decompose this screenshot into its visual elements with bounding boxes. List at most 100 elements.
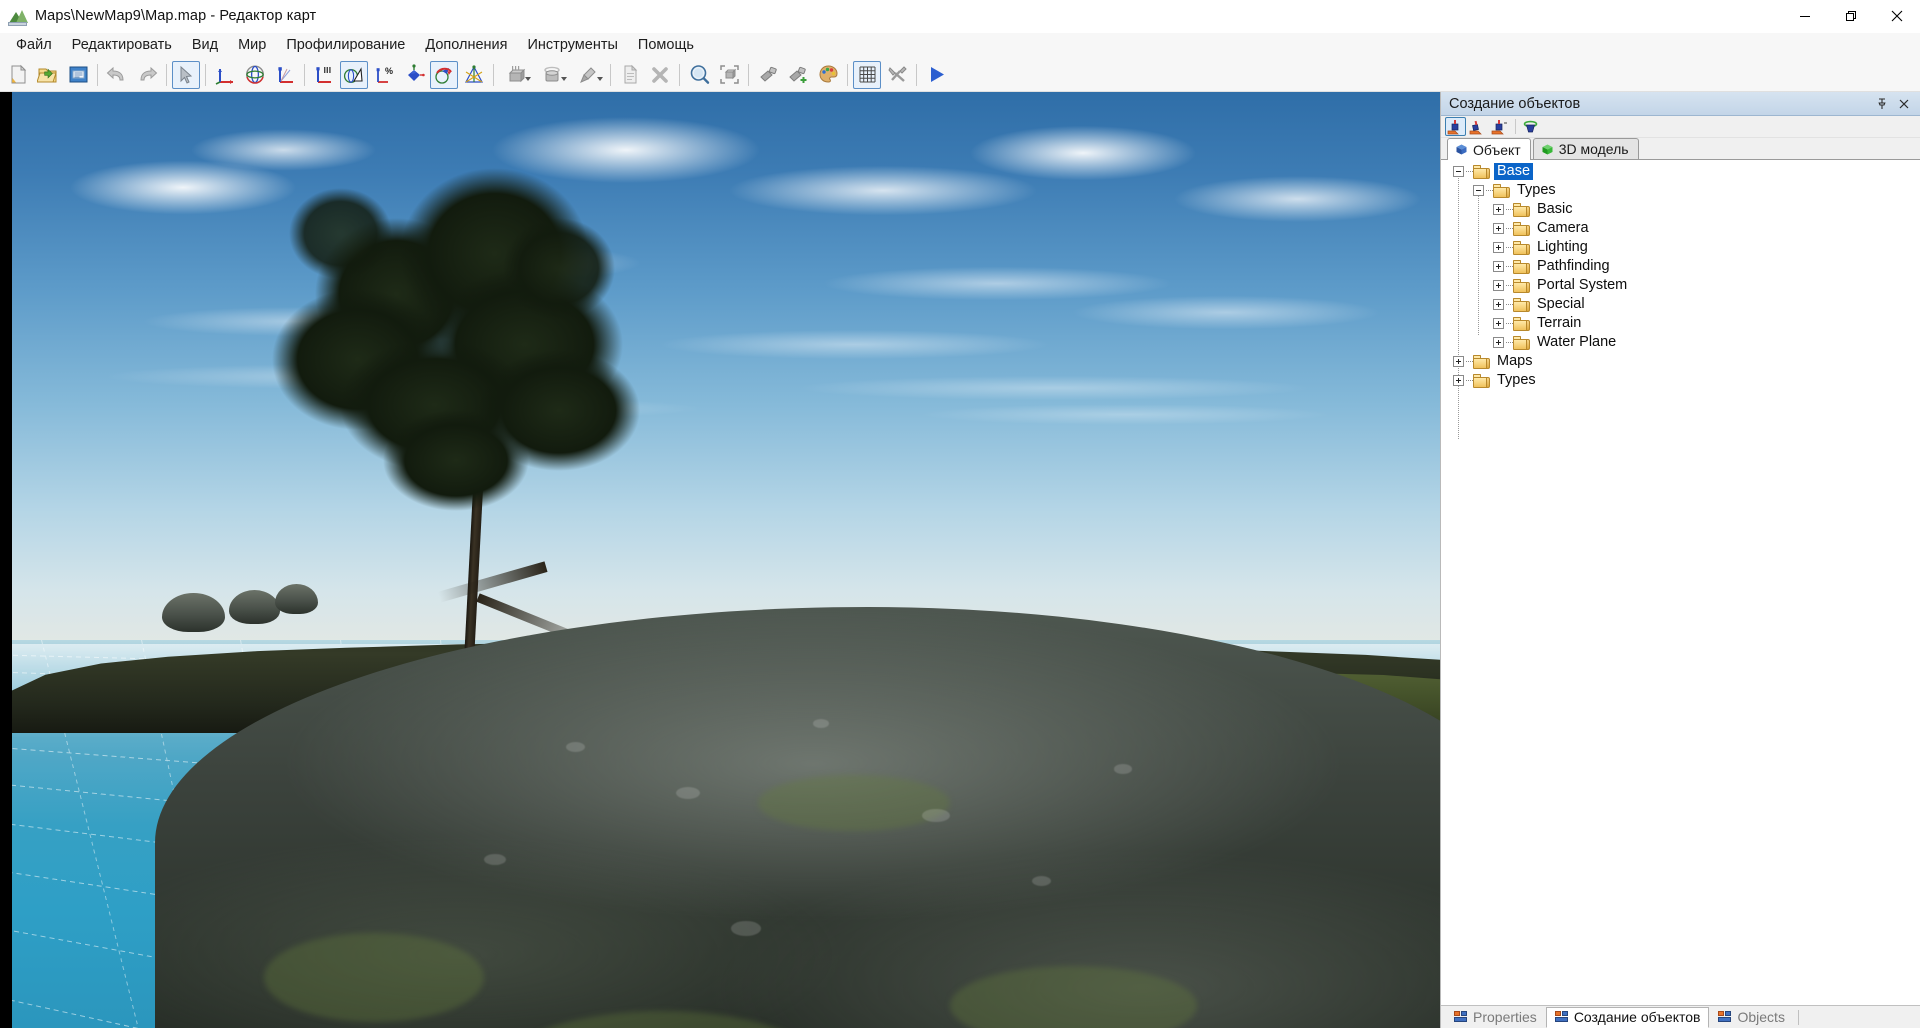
object-tree[interactable]: Base Types Basic Camera Lighting Pathfin… (1441, 160, 1920, 1005)
save-map-button[interactable] (64, 61, 92, 89)
scale-tool-button[interactable] (271, 61, 299, 89)
tree-label: Types (1497, 372, 1536, 388)
green-cube-icon (1542, 144, 1553, 154)
expand-toggle[interactable] (1493, 299, 1504, 310)
chevron-down-icon (597, 76, 603, 81)
bottom-tab-properties[interactable]: Properties (1445, 1007, 1546, 1028)
expand-toggle[interactable] (1493, 242, 1504, 253)
menu-world[interactable]: Мир (228, 34, 276, 57)
expand-toggle[interactable] (1473, 185, 1484, 196)
minimize-button[interactable] (1782, 0, 1828, 33)
redo-button[interactable] (133, 61, 161, 89)
snap-scale-button[interactable]: % (370, 61, 398, 89)
tab-3d-model-label: 3D модель (1558, 141, 1629, 157)
expand-toggle[interactable] (1493, 280, 1504, 291)
select-tool-button[interactable] (172, 60, 200, 89)
tree-node-water-plane[interactable]: Water Plane (1441, 333, 1920, 352)
menu-help[interactable]: Помощь (628, 34, 704, 57)
menu-profiling[interactable]: Профилирование (276, 34, 415, 57)
main-body: Создание объектов Объект 3D модель Base … (0, 92, 1920, 1028)
tree-label: Camera (1537, 220, 1589, 236)
tool-dropdown-button[interactable] (571, 61, 605, 89)
tree-node-pathfinding[interactable]: Pathfinding (1441, 257, 1920, 276)
expand-toggle[interactable] (1493, 223, 1504, 234)
tree-node-terrain[interactable]: Terrain (1441, 314, 1920, 333)
brush-ring-button[interactable] (1520, 117, 1541, 136)
tree-label: Special (1537, 296, 1585, 312)
expand-toggle[interactable] (1453, 166, 1464, 177)
tree-node-lighting[interactable]: Lighting (1441, 238, 1920, 257)
menu-view[interactable]: Вид (182, 34, 228, 57)
tree-node-basic[interactable]: Basic (1441, 200, 1920, 219)
tree-node-camera[interactable]: Camera (1441, 219, 1920, 238)
tree-label: Portal System (1537, 277, 1628, 293)
place-object-button[interactable] (1445, 117, 1466, 136)
main-toolbar: % (0, 58, 1920, 92)
object-dropdown-button[interactable] (499, 61, 533, 89)
settings-button[interactable] (883, 61, 911, 89)
expand-toggle[interactable] (1493, 261, 1504, 272)
folder-icon (1513, 259, 1530, 274)
pivot-center-button[interactable] (400, 61, 428, 89)
rotate-tool-button[interactable] (241, 61, 269, 89)
viewport-left-margin (0, 92, 12, 1028)
play-button[interactable] (922, 61, 950, 89)
expand-toggle[interactable] (1493, 318, 1504, 329)
clouds (12, 92, 1440, 672)
tree-node-maps[interactable]: Maps (1441, 352, 1920, 371)
folder-icon (1513, 297, 1530, 312)
tree-node-types[interactable]: Types (1441, 181, 1920, 200)
local-space-button[interactable] (430, 60, 458, 89)
close-icon[interactable] (1896, 96, 1912, 112)
viewport-3d[interactable] (0, 92, 1440, 1028)
tree-node-base[interactable]: Base (1441, 162, 1920, 181)
undo-button[interactable] (103, 61, 131, 89)
open-map-button[interactable] (34, 61, 62, 89)
panel-icon (1454, 1011, 1468, 1023)
folder-icon (1513, 202, 1530, 217)
menu-file[interactable]: Файл (6, 34, 62, 57)
tab-3d-model[interactable]: 3D модель (1532, 138, 1639, 159)
tab-object-label: Объект (1473, 141, 1521, 158)
snap-angle-button[interactable] (340, 60, 368, 89)
tree-node-types-root[interactable]: Types (1441, 371, 1920, 390)
place-object-align-button[interactable] (1489, 117, 1510, 136)
folder-icon (1513, 316, 1530, 331)
tab-object[interactable]: Объект (1447, 138, 1531, 160)
menu-addons[interactable]: Дополнения (415, 34, 517, 57)
terrain-tool-button[interactable] (460, 61, 488, 89)
expand-toggle[interactable] (1453, 375, 1464, 386)
bottom-tab-objects[interactable]: Objects (1709, 1007, 1793, 1028)
window-title: Maps\NewMap9\Map.map - Редактор карт (35, 8, 317, 24)
zoom-button[interactable] (685, 61, 713, 89)
clone-button[interactable] (616, 61, 644, 89)
restore-button[interactable] (1828, 0, 1874, 33)
close-button[interactable] (1874, 0, 1920, 33)
dock-bottom-tabs: Properties Создание объектов Objects (1441, 1005, 1920, 1028)
tree-node-portal-system[interactable]: Portal System (1441, 276, 1920, 295)
place-object-random-button[interactable] (1467, 117, 1488, 136)
camera-add-button[interactable] (784, 61, 812, 89)
camera-one-button[interactable] (754, 61, 782, 89)
folder-icon (1513, 240, 1530, 255)
toggle-grid-button[interactable] (853, 60, 881, 89)
new-map-button[interactable] (4, 61, 32, 89)
menu-edit[interactable]: Редактировать (62, 34, 182, 57)
focus-selection-button[interactable] (715, 61, 743, 89)
blue-cube-icon (1456, 144, 1467, 155)
tree-node-special[interactable]: Special (1441, 295, 1920, 314)
menu-tools[interactable]: Инструменты (518, 34, 628, 57)
snap-grid-button[interactable] (310, 61, 338, 89)
bottom-tab-object-creation[interactable]: Создание объектов (1545, 1006, 1710, 1028)
expand-toggle[interactable] (1493, 337, 1504, 348)
material-editor-button[interactable] (814, 61, 842, 89)
pin-icon[interactable] (1874, 96, 1890, 112)
chevron-down-icon (525, 76, 531, 81)
move-tool-button[interactable] (211, 61, 239, 89)
expand-toggle[interactable] (1493, 204, 1504, 215)
tree-label: Water Plane (1537, 334, 1617, 350)
expand-toggle[interactable] (1453, 356, 1464, 367)
bottom-tab-label: Properties (1473, 1009, 1537, 1025)
paint-dropdown-button[interactable] (535, 61, 569, 89)
delete-button[interactable] (646, 61, 674, 89)
